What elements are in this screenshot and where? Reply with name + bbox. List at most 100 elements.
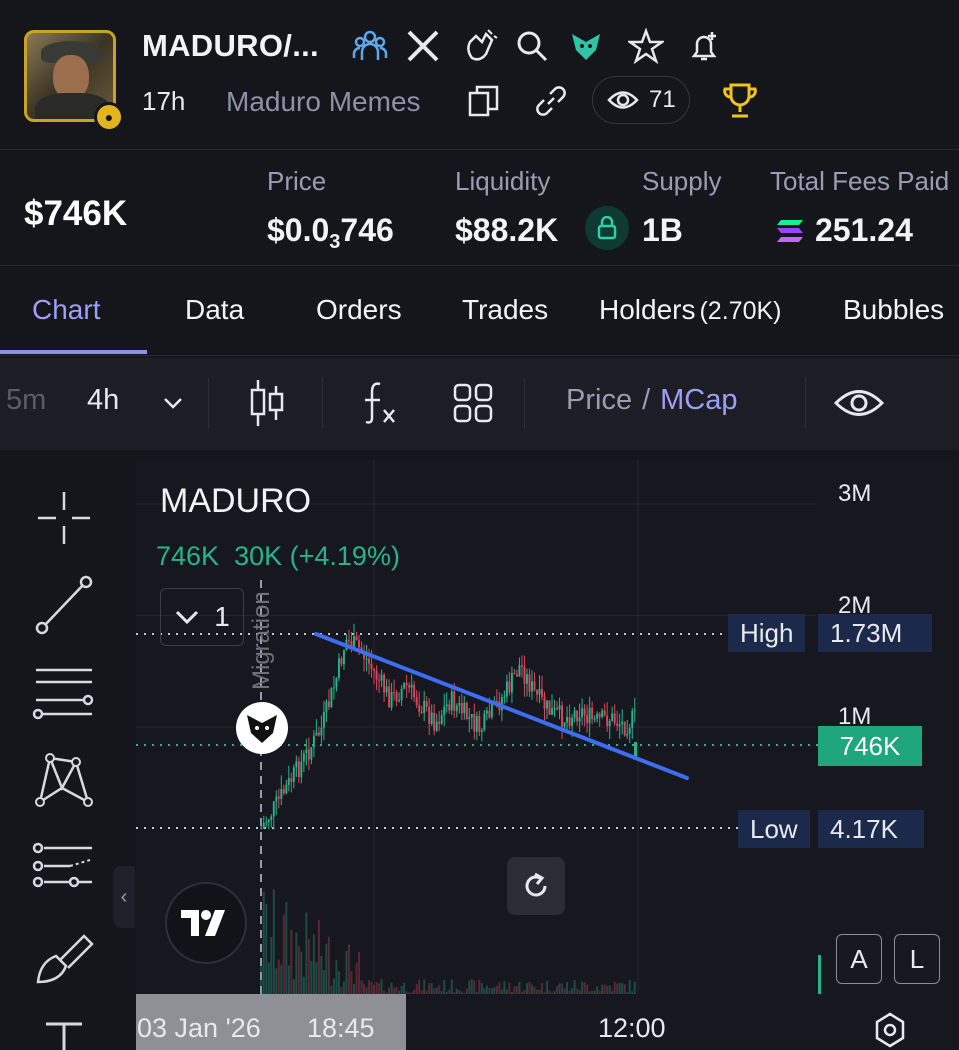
fees-value: 251.24 [815,212,913,248]
community-icon[interactable] [352,28,388,64]
volume-bar [312,934,315,995]
volume-bar [581,981,584,995]
candle-body [310,747,313,760]
volume-bar [282,914,285,995]
candle-body [518,665,521,677]
brush-icon[interactable] [30,926,98,994]
views-pill[interactable]: 71 [592,76,690,124]
trend-line-icon[interactable] [30,570,98,638]
candle-body [573,710,576,719]
candle-body [373,668,376,671]
candle-body [601,710,604,718]
candle-body [340,658,343,665]
pattern-xabcd-icon[interactable] [30,748,98,816]
candle-body [593,718,596,720]
active-tab-indicator [0,350,147,354]
candle-body [475,715,478,732]
copy-icon[interactable] [468,84,500,118]
log-scale-button[interactable]: L [894,934,940,984]
liquidity-label: Liquidity [455,166,551,196]
volume-bar [260,960,263,995]
candle-body [262,822,265,828]
tab-holders[interactable]: Holders (2.70K) [599,294,781,326]
interval-4h[interactable]: 4h [87,384,119,417]
candle-body [355,636,358,641]
candle-body [603,710,606,716]
community-name[interactable]: Maduro Memes [226,86,421,118]
migration-eagle-icon[interactable] [236,702,288,754]
candle-body [290,778,293,782]
candle-body [626,733,629,736]
volume-bar [275,968,278,995]
indicators-fx-icon[interactable] [360,380,400,426]
chevron-down-icon[interactable] [160,392,186,414]
indicator-collapse-button[interactable]: 1 [160,588,244,646]
eye-visibility-icon[interactable] [833,386,885,420]
volume-bar [290,929,293,995]
tab-orders[interactable]: Orders [316,294,402,326]
token-title: MADURO/... [142,28,319,63]
candle-body [413,684,416,698]
candle-body [365,658,368,660]
toolbar-divider [524,378,525,428]
volume-bar [338,971,340,995]
eagle-logo-icon[interactable] [568,28,604,64]
reset-chart-button[interactable] [507,857,565,915]
candle-body [606,715,609,727]
tab-bubbles[interactable]: Bubbles [843,294,944,326]
forecast-tool-icon[interactable] [30,836,98,904]
tab-trades[interactable]: Trades [462,294,548,326]
candle-body [586,715,589,724]
volume-bar [418,979,421,995]
link-icon[interactable] [534,84,568,118]
tab-chart[interactable]: Chart [32,294,100,326]
volume-bar [503,980,506,995]
candle-body [478,715,481,732]
price-mcap-toggle[interactable]: Price / MCap [566,384,738,417]
candle-body [448,704,451,711]
x-twitter-icon[interactable] [405,28,441,64]
candle-body [322,712,325,728]
candle-body [383,674,386,693]
candle-body [510,672,513,693]
candle-body [588,707,591,724]
volume-bar [287,965,290,995]
star-icon[interactable] [628,28,664,64]
volume-bar [546,980,548,995]
interval-5m[interactable]: 5m [6,384,46,417]
text-tool-icon[interactable] [30,1010,98,1050]
volume-bar [380,979,383,995]
candle-body [633,709,636,711]
candle-body [317,732,320,736]
layout-grid-icon[interactable] [452,382,494,424]
candle-body [348,639,350,641]
candles-icon[interactable] [248,378,286,428]
high-label: High [728,614,806,652]
candle-body [270,816,273,820]
fib-retracement-icon[interactable] [30,656,98,724]
alert-bell-icon[interactable] [686,28,722,64]
search-icon[interactable] [514,28,550,64]
candle-body [267,819,270,823]
tab-data[interactable]: Data [185,294,244,326]
candle-body [546,700,548,709]
price-label: Price [267,166,327,196]
hand-wave-icon[interactable] [462,28,498,64]
tradingview-logo-icon[interactable] [165,882,247,964]
auto-scale-button[interactable]: A [836,934,882,984]
candle-body [300,761,303,778]
volume-bar [355,962,358,995]
candle-body [335,677,338,688]
candle-body [598,713,601,718]
crosshair-icon[interactable] [30,484,98,552]
volume-bar [370,981,373,995]
collapse-rail-button[interactable]: ‹ [113,866,135,928]
candle-body [528,674,531,692]
candle-body [305,749,308,754]
liquidity-value: $88.2K [455,212,559,248]
chart-settings-gear-icon[interactable] [870,1010,910,1050]
candle-body [330,687,333,708]
candle-body [277,796,280,799]
lock-icon [585,206,629,250]
trophy-icon[interactable] [722,82,758,120]
